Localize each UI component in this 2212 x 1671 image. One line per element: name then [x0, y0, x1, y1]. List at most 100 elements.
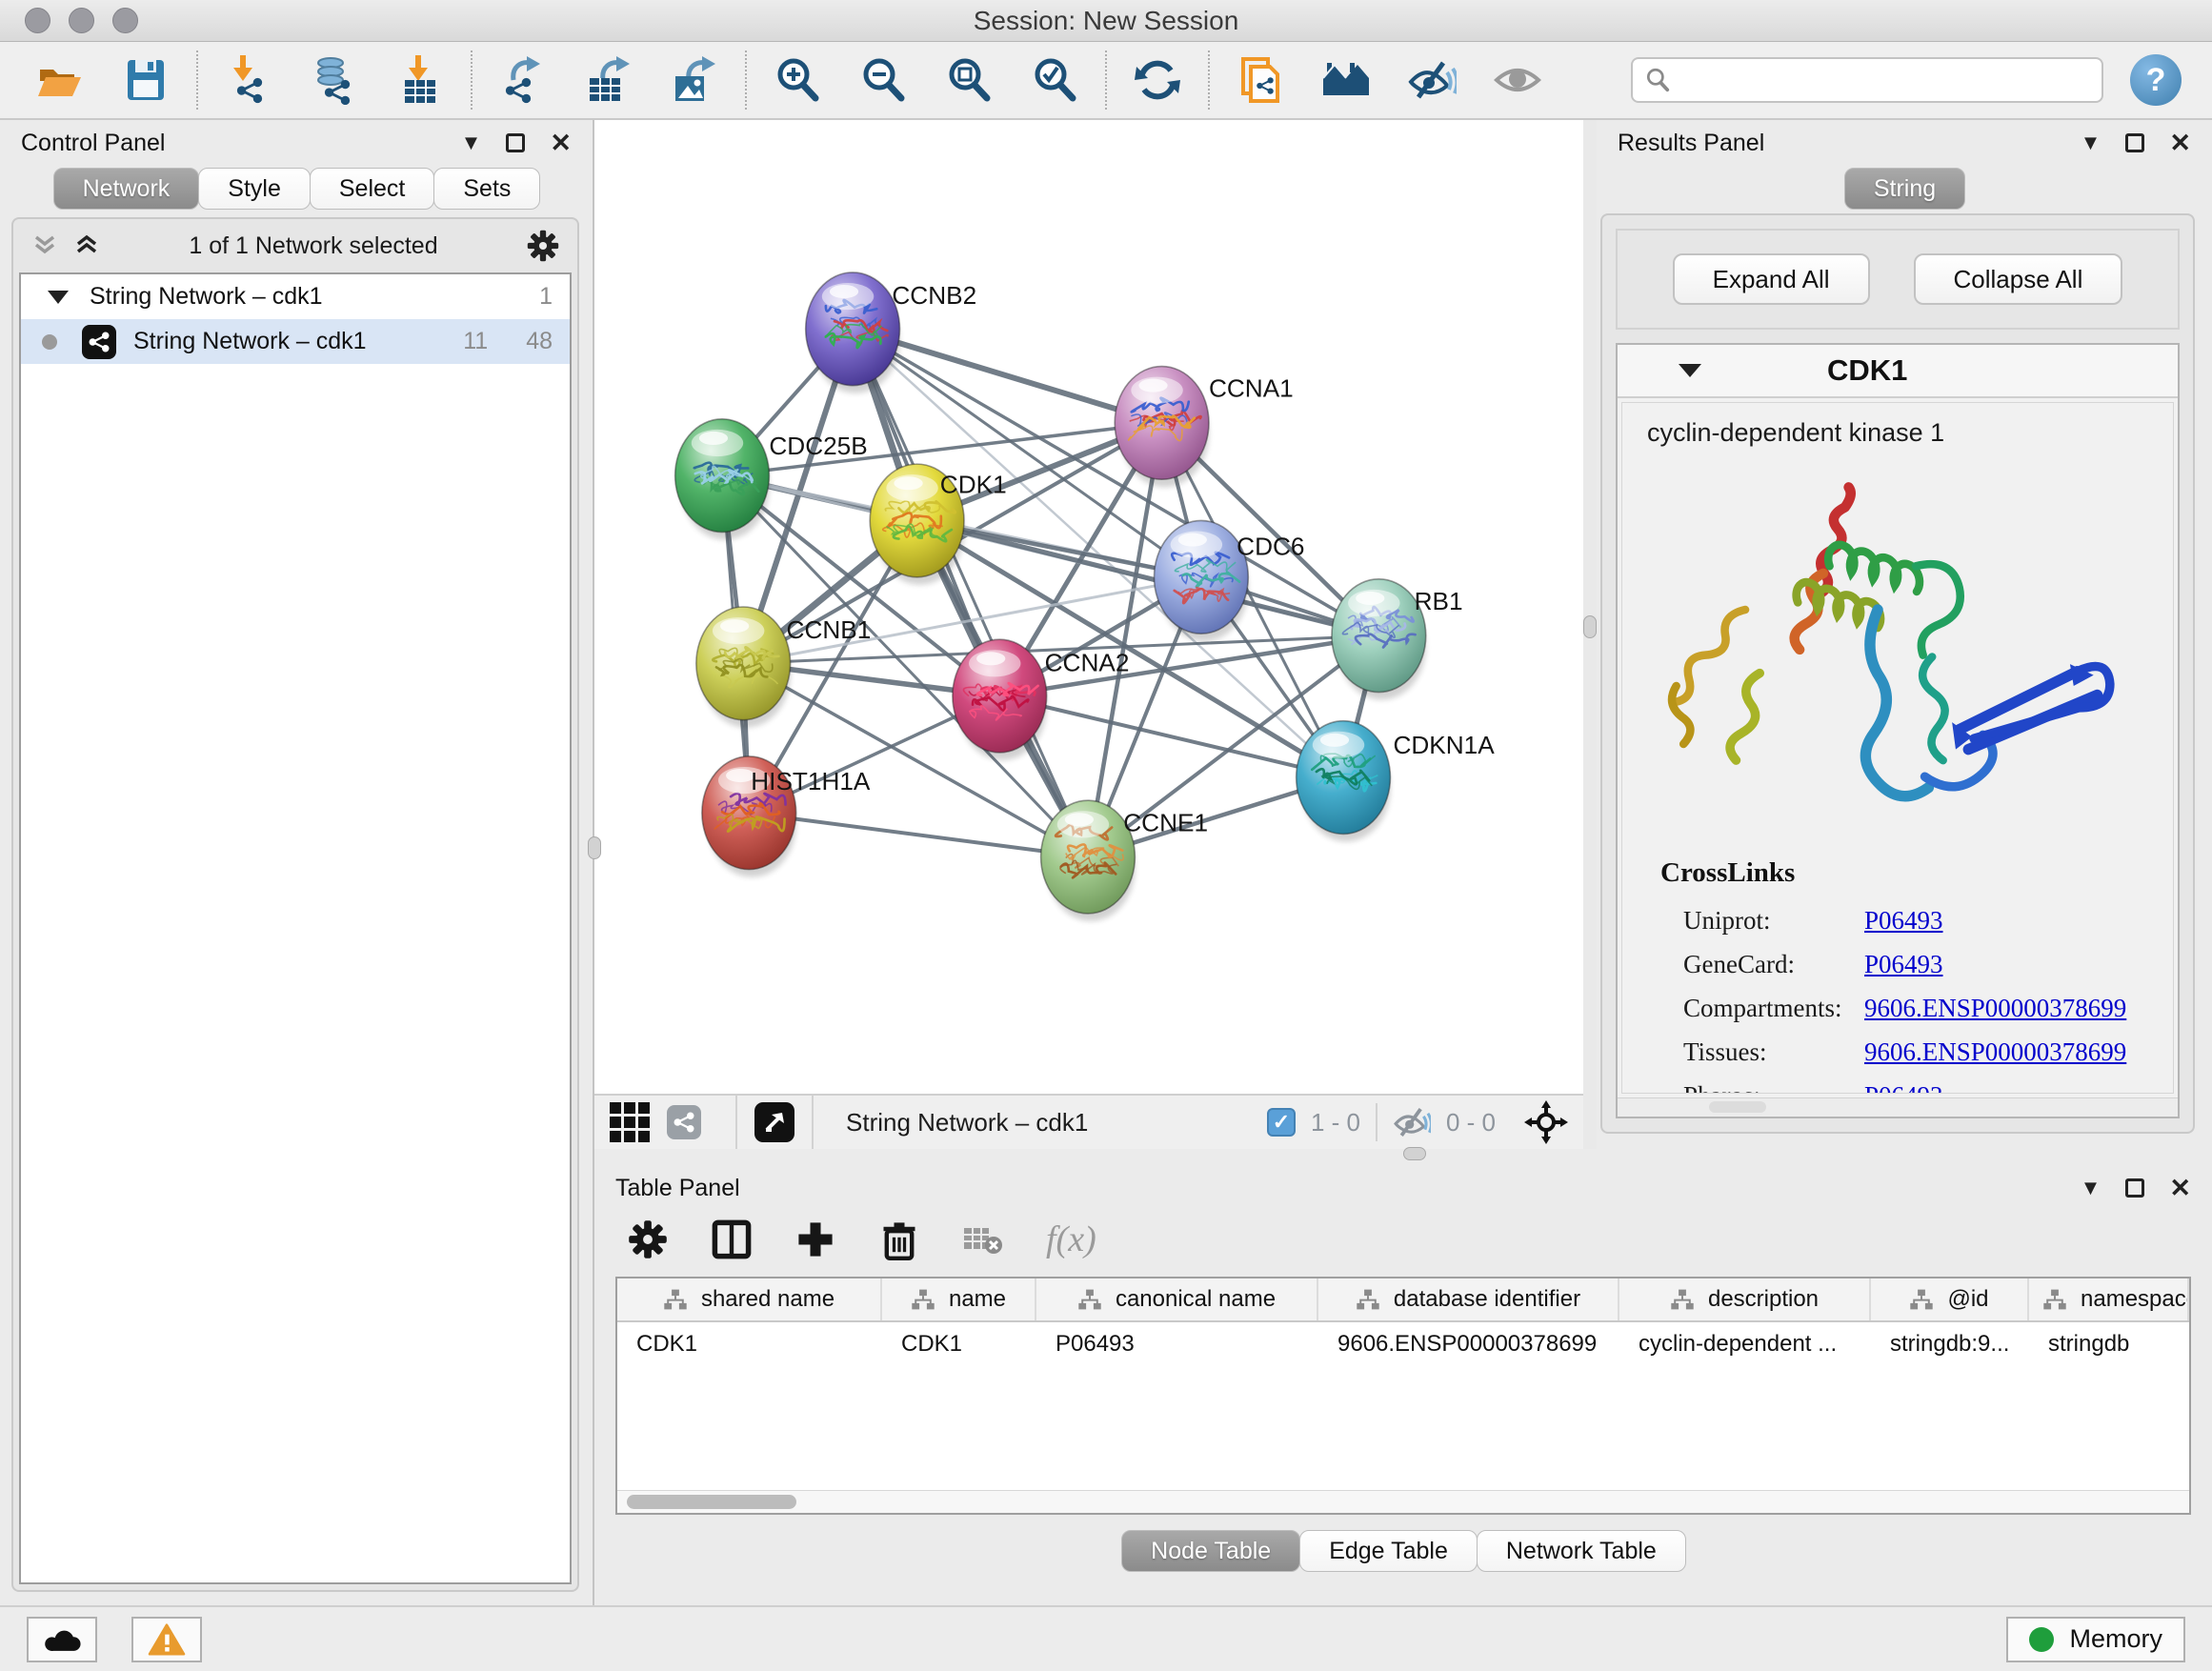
network-node-HIST1H1A[interactable]: HIST1H1A: [702, 756, 871, 877]
network-node-CCNA2[interactable]: CCNA2: [953, 639, 1129, 760]
zoom-out-button[interactable]: [857, 54, 909, 106]
import-network-database-button[interactable]: [309, 54, 360, 106]
import-table-file-button[interactable]: [394, 54, 446, 106]
results-scrollbar[interactable]: [1618, 1097, 2178, 1117]
network-current-bullet: [42, 334, 57, 350]
panel-close-icon[interactable]: ✕: [550, 129, 572, 158]
protein-section-header[interactable]: CDK1: [1618, 345, 2178, 398]
delete-column-icon[interactable]: [878, 1218, 920, 1260]
grid-view-icon[interactable]: [610, 1102, 650, 1142]
network-node-RB1[interactable]: RB1: [1332, 579, 1463, 700]
panel-float-icon[interactable]: [2125, 1178, 2144, 1198]
column-header-shared-name[interactable]: shared name: [617, 1278, 882, 1320]
collection-count: 1: [539, 283, 553, 311]
hide-selected-button[interactable]: [1406, 54, 1458, 106]
left-splitter-handle[interactable]: [588, 836, 601, 859]
refresh-layout-button[interactable]: [1132, 54, 1183, 106]
collapse-all-icon[interactable]: [30, 232, 59, 260]
crosslink-link[interactable]: P06493: [1864, 950, 1943, 979]
crosslink-link[interactable]: 9606.ENSP00000378699: [1864, 994, 2126, 1023]
network-node-CCNB2[interactable]: CCNB2: [806, 272, 976, 393]
tab-network[interactable]: Network: [53, 168, 200, 210]
right-splitter-handle[interactable]: [1583, 615, 1597, 638]
column-header-description[interactable]: description: [1619, 1278, 1871, 1320]
panel-close-icon[interactable]: ✕: [2169, 1174, 2191, 1203]
save-session-button[interactable]: [120, 54, 171, 106]
network-row[interactable]: String Network – cdk1 11 48: [21, 319, 570, 364]
network-node-CCNB1[interactable]: CCNB1: [696, 607, 871, 728]
table-cell[interactable]: 9606.ENSP00000378699: [1318, 1322, 1619, 1366]
import-network-file-button[interactable]: [223, 54, 274, 106]
tab-network-table[interactable]: Network Table: [1477, 1530, 1686, 1572]
table-cell[interactable]: cyclin-dependent ...: [1619, 1322, 1871, 1366]
collapse-all-button[interactable]: Collapse All: [1914, 253, 2123, 305]
column-header-canonical-name[interactable]: canonical name: [1036, 1278, 1318, 1320]
share-document-button[interactable]: [1235, 54, 1286, 106]
crosslink-link[interactable]: P06493: [1864, 906, 1943, 936]
table-settings-gear-icon[interactable]: [627, 1218, 669, 1260]
panel-collapse-icon[interactable]: ▼: [461, 131, 482, 155]
pan-crosshair-icon[interactable]: [1524, 1100, 1568, 1144]
panel-collapse-icon[interactable]: ▼: [2081, 1176, 2101, 1200]
memory-button[interactable]: Memory: [2006, 1617, 2185, 1662]
delete-table-icon[interactable]: [962, 1218, 1004, 1260]
panel-close-icon[interactable]: ✕: [2169, 129, 2191, 158]
add-column-icon[interactable]: [794, 1218, 836, 1260]
section-collapse-icon[interactable]: [1679, 364, 1701, 377]
open-session-button[interactable]: [34, 54, 86, 106]
panel-float-icon[interactable]: [506, 133, 525, 152]
scrollbar-thumb[interactable]: [627, 1495, 796, 1509]
tab-node-table[interactable]: Node Table: [1121, 1530, 1300, 1572]
panel-float-icon[interactable]: [2125, 133, 2144, 152]
export-table-button[interactable]: [583, 54, 634, 106]
network-graph[interactable]: CCNB2CCNA1CDC25BCDK1CDC6RB1CCNB1CCNA2CDK…: [594, 120, 1583, 1094]
zoom-fit-button[interactable]: [943, 54, 995, 106]
warning-status-button[interactable]: [131, 1617, 202, 1662]
expand-all-button[interactable]: Expand All: [1673, 253, 1870, 305]
zoom-in-button[interactable]: [772, 54, 823, 106]
string-home-button[interactable]: [1320, 54, 1372, 106]
network-collection-row[interactable]: String Network – cdk1 1: [21, 274, 570, 319]
table-cell[interactable]: CDK1: [617, 1322, 882, 1366]
collection-expand-icon[interactable]: [48, 291, 69, 304]
network-node-CDC25B[interactable]: CDC25B: [675, 419, 868, 540]
tab-style[interactable]: Style: [198, 168, 311, 210]
tab-select[interactable]: Select: [310, 168, 434, 210]
show-columns-icon[interactable]: [711, 1218, 753, 1260]
network-view-title: String Network – cdk1: [846, 1108, 1088, 1137]
table-cell[interactable]: P06493: [1036, 1322, 1318, 1366]
network-node-CDKN1A[interactable]: CDKN1A: [1297, 721, 1496, 842]
help-button[interactable]: ?: [2130, 54, 2182, 106]
export-network-button[interactable]: [497, 54, 549, 106]
export-image-button[interactable]: [669, 54, 720, 106]
table-cell[interactable]: stringdb:9...: [1871, 1322, 2029, 1366]
share-network-icon[interactable]: [667, 1105, 701, 1139]
tab-string[interactable]: String: [1844, 168, 1965, 210]
zoom-selected-button[interactable]: [1029, 54, 1080, 106]
column-header-@id[interactable]: @id: [1871, 1278, 2029, 1320]
control-panel: Control Panel ▼ ✕ NetworkStyleSelectSets…: [0, 120, 594, 1605]
expand-all-icon[interactable]: [72, 232, 101, 260]
selected-checkbox-icon[interactable]: ✓: [1267, 1108, 1296, 1137]
show-all-button[interactable]: [1492, 54, 1543, 106]
table-cell[interactable]: stringdb: [2029, 1322, 2189, 1366]
tab-sets[interactable]: Sets: [433, 168, 540, 210]
crosslink-link[interactable]: 9606.ENSP00000378699: [1864, 1037, 2126, 1067]
cloud-status-button[interactable]: [27, 1617, 97, 1662]
panel-collapse-icon[interactable]: ▼: [2081, 131, 2101, 155]
network-node-CCNA1[interactable]: CCNA1: [1115, 367, 1294, 488]
column-header-name[interactable]: name: [882, 1278, 1036, 1320]
birdseye-view-icon[interactable]: [754, 1102, 794, 1142]
network-options-gear-icon[interactable]: [526, 229, 560, 263]
table-hscrollbar[interactable]: [617, 1490, 2189, 1513]
column-header-namespace[interactable]: namespace: [2029, 1278, 2189, 1320]
column-header-database-identifier[interactable]: database identifier: [1318, 1278, 1619, 1320]
network-node-CCNE1[interactable]: CCNE1: [1041, 800, 1208, 921]
table-cell[interactable]: CDK1: [882, 1322, 1036, 1366]
bottom-splitter-handle[interactable]: [1403, 1147, 1426, 1160]
table-row[interactable]: CDK1CDK1P064939606.ENSP00000378699cyclin…: [617, 1322, 2189, 1366]
crosslink-row: Pharos:P06493: [1660, 1074, 2173, 1094]
crosslink-link[interactable]: P06493: [1864, 1081, 1943, 1095]
tab-edge-table[interactable]: Edge Table: [1299, 1530, 1478, 1572]
search-input[interactable]: [1680, 66, 2090, 95]
